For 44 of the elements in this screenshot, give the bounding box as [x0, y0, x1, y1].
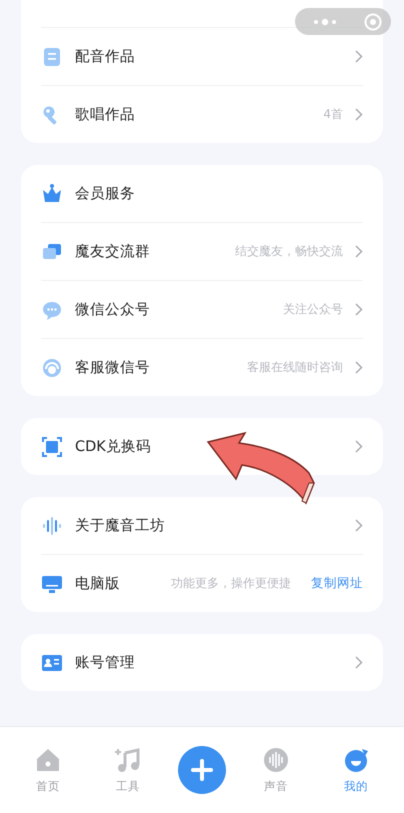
sound-wave-icon	[263, 746, 289, 772]
headset-icon	[41, 356, 63, 378]
menu-label: 电脑版	[75, 575, 121, 593]
crown-icon	[41, 182, 63, 204]
menu-label: 关于魔音工坊	[75, 516, 166, 535]
more-icon	[312, 18, 338, 26]
chevron-icon	[355, 108, 363, 121]
menu-item[interactable]: 账号管理	[41, 634, 363, 691]
menu-label: 账号管理	[75, 654, 136, 672]
home-icon	[35, 746, 61, 772]
menu-item[interactable]: 歌唱作品 4首	[41, 85, 363, 143]
menu-item[interactable]: 微信公众号 关注公众号	[41, 280, 363, 338]
menu-label: CDK兑换码	[75, 438, 152, 456]
close-icon	[364, 12, 382, 30]
menu-hint: 关注公众号	[283, 301, 343, 318]
menu-hint: 4首	[323, 106, 343, 123]
menu-item[interactable]: 配音作品	[41, 28, 363, 85]
menu-item[interactable]: 关于魔音工坊	[41, 497, 363, 554]
plus-icon	[191, 759, 213, 781]
chevron-icon	[355, 519, 363, 532]
scan-icon	[41, 436, 63, 458]
music-note-icon	[115, 746, 141, 772]
menu-label: 配音作品	[75, 48, 136, 66]
chevron-icon	[355, 361, 363, 374]
face-mascot-icon	[343, 746, 369, 772]
section-title: 会员服务	[75, 185, 136, 203]
document-icon	[41, 46, 63, 68]
menu-label: 魔友交流群	[75, 242, 151, 261]
sound-wave-icon	[41, 514, 63, 536]
menu-label: 歌唱作品	[75, 106, 136, 124]
menu-item[interactable]: 客服微信号 客服在线随时咨询	[41, 338, 363, 396]
menu-hint: 功能更多，操作更便捷	[171, 575, 291, 592]
chevron-icon	[355, 440, 363, 453]
add-button[interactable]	[178, 746, 226, 794]
menu-label: 客服微信号	[75, 358, 151, 377]
menu-item[interactable]: CDK兑换码	[41, 418, 363, 475]
chevron-icon	[355, 50, 363, 63]
menu-hint: 客服在线随时咨询	[247, 359, 343, 376]
chevron-icon	[355, 245, 363, 258]
menu-item[interactable]: 魔友交流群 结交魔友，畅快交流	[41, 222, 363, 280]
chevron-icon	[355, 303, 363, 316]
menu-label: 微信公众号	[75, 301, 151, 319]
chevron-icon	[355, 656, 363, 669]
menu-hint: 结交魔友，畅快交流	[235, 243, 343, 260]
